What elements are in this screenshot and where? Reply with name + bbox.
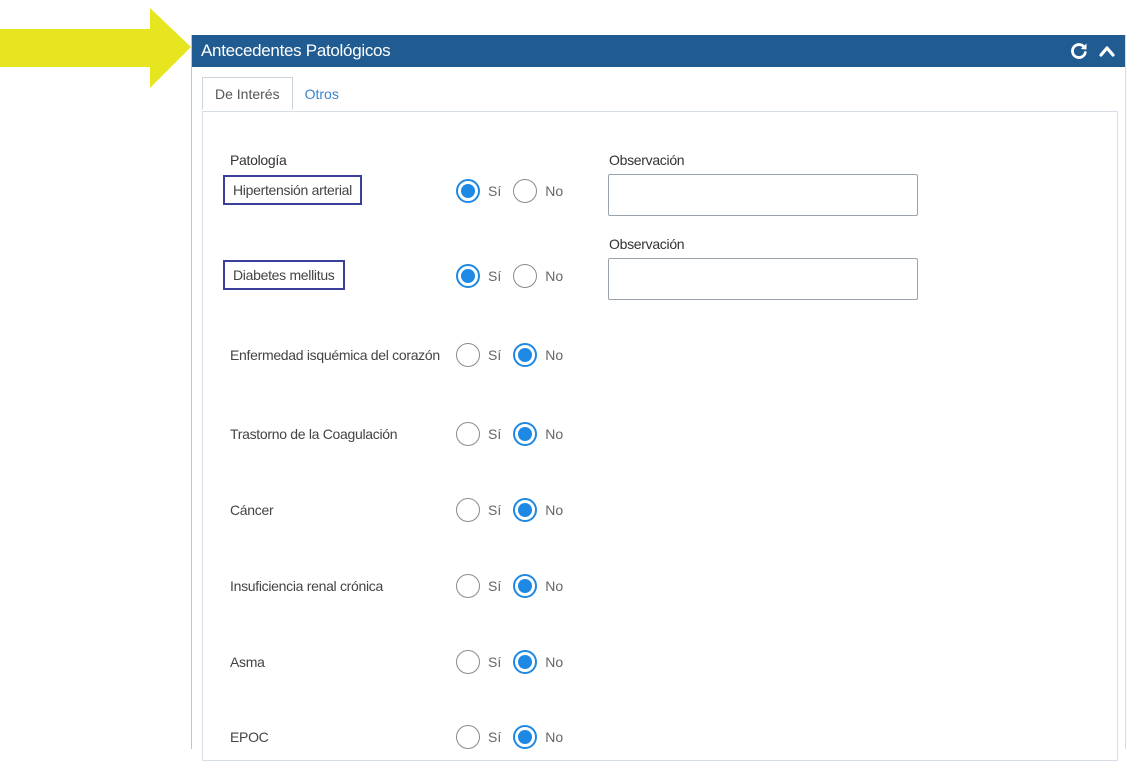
yes-radio-label: Sí [488, 654, 502, 670]
panel-header: Antecedentes Patológicos [192, 35, 1125, 67]
no-radio[interactable] [513, 650, 538, 674]
yes-radio-label: Sí [488, 347, 502, 363]
pathology-row: Cáncer Sí No [203, 490, 1117, 530]
yes-radio-label: Sí [488, 183, 502, 199]
pathology-row: Insuficiencia renal crónica Sí No [203, 566, 1117, 606]
yes-radio[interactable] [456, 725, 480, 749]
pathology-row: Hipertensión arterial Sí No [203, 171, 1117, 211]
yes-no-radio-group: Sí No [456, 566, 575, 606]
observation-label-1: Observación [609, 152, 685, 168]
observation-label-2: Observación [609, 236, 685, 252]
yes-option[interactable]: Sí [456, 725, 501, 749]
yes-no-radio-group: Sí No [456, 717, 575, 757]
yes-radio-label: Sí [488, 426, 502, 442]
highlighted-pathology-label: Hipertensión arterial [223, 175, 362, 205]
annotation-arrow [0, 8, 191, 88]
yes-no-radio-group: Sí No [456, 414, 575, 454]
pathology-label: Insuficiencia renal crónica [230, 578, 383, 594]
no-radio[interactable] [513, 264, 538, 288]
yes-option[interactable]: Sí [456, 498, 501, 522]
no-radio[interactable] [513, 343, 538, 367]
yes-option[interactable]: Sí [456, 574, 501, 598]
no-option[interactable]: No [513, 343, 563, 367]
pathology-row: Diabetes mellitus Sí No [203, 256, 1117, 296]
no-option[interactable]: No [513, 179, 563, 203]
pathology-row: Enfermedad isquémica del corazón Sí No [203, 335, 1117, 375]
no-radio-label: No [545, 654, 564, 670]
yes-radio[interactable] [456, 574, 480, 598]
no-option[interactable]: No [513, 264, 563, 288]
pathology-row: EPOC Sí No [203, 717, 1117, 757]
pathology-row: Asma Sí No [203, 642, 1117, 682]
yes-radio-label: Sí [488, 729, 502, 745]
chevron-up-icon[interactable] [1097, 41, 1117, 61]
no-radio-label: No [545, 426, 564, 442]
yes-radio[interactable] [456, 343, 480, 367]
no-radio[interactable] [513, 422, 538, 446]
yes-option[interactable]: Sí [456, 422, 501, 446]
yes-option[interactable]: Sí [456, 179, 501, 203]
tab-de-interes[interactable]: De Interés [202, 77, 293, 110]
patologia-column-label: Patología [230, 152, 287, 168]
yes-option[interactable]: Sí [456, 343, 501, 367]
panel-title: Antecedentes Patológicos [201, 41, 391, 60]
yes-radio[interactable] [456, 179, 480, 203]
yes-option[interactable]: Sí [456, 650, 501, 674]
yes-radio[interactable] [456, 264, 480, 288]
no-option[interactable]: No [513, 498, 563, 522]
no-option[interactable]: No [513, 422, 563, 446]
pathology-label: Cáncer [230, 502, 274, 518]
highlighted-pathology-label: Diabetes mellitus [223, 260, 345, 290]
no-radio[interactable] [513, 725, 538, 749]
no-radio[interactable] [513, 498, 538, 522]
no-radio-label: No [545, 268, 564, 284]
yes-radio[interactable] [456, 498, 480, 522]
yes-radio[interactable] [456, 650, 480, 674]
pathology-label: Asma [230, 654, 265, 670]
no-radio[interactable] [513, 179, 538, 203]
no-option[interactable]: No [513, 574, 563, 598]
yes-radio[interactable] [456, 422, 480, 446]
refresh-icon[interactable] [1069, 41, 1089, 61]
yes-no-radio-group: Sí No [456, 171, 575, 211]
yes-no-radio-group: Sí No [456, 256, 575, 296]
yes-no-radio-group: Sí No [456, 335, 575, 375]
tab-content: Patología Observación Observación Hipert… [202, 111, 1118, 761]
yes-radio-label: Sí [488, 578, 502, 594]
yes-no-radio-group: Sí No [456, 642, 575, 682]
no-radio-label: No [545, 578, 564, 594]
no-radio-label: No [545, 183, 564, 199]
pathology-label: Trastorno de la Coagulación [230, 426, 398, 442]
yes-option[interactable]: Sí [456, 264, 501, 288]
no-radio-label: No [545, 347, 564, 363]
pathology-label: EPOC [230, 729, 269, 745]
pathology-label: Enfermedad isquémica del corazón [230, 347, 440, 363]
tab-otros[interactable]: Otros [293, 77, 351, 110]
no-radio-label: No [545, 502, 564, 518]
no-option[interactable]: No [513, 650, 563, 674]
no-radio-label: No [545, 729, 564, 745]
pathology-row: Trastorno de la Coagulación Sí No [203, 414, 1117, 454]
yes-radio-label: Sí [488, 502, 502, 518]
yes-radio-label: Sí [488, 268, 502, 284]
tab-bar: De Interés Otros [202, 77, 351, 111]
no-radio[interactable] [513, 574, 538, 598]
yes-no-radio-group: Sí No [456, 490, 575, 530]
no-option[interactable]: No [513, 725, 563, 749]
antecedentes-panel: Antecedentes Patológicos De Interés Otro… [191, 35, 1126, 761]
